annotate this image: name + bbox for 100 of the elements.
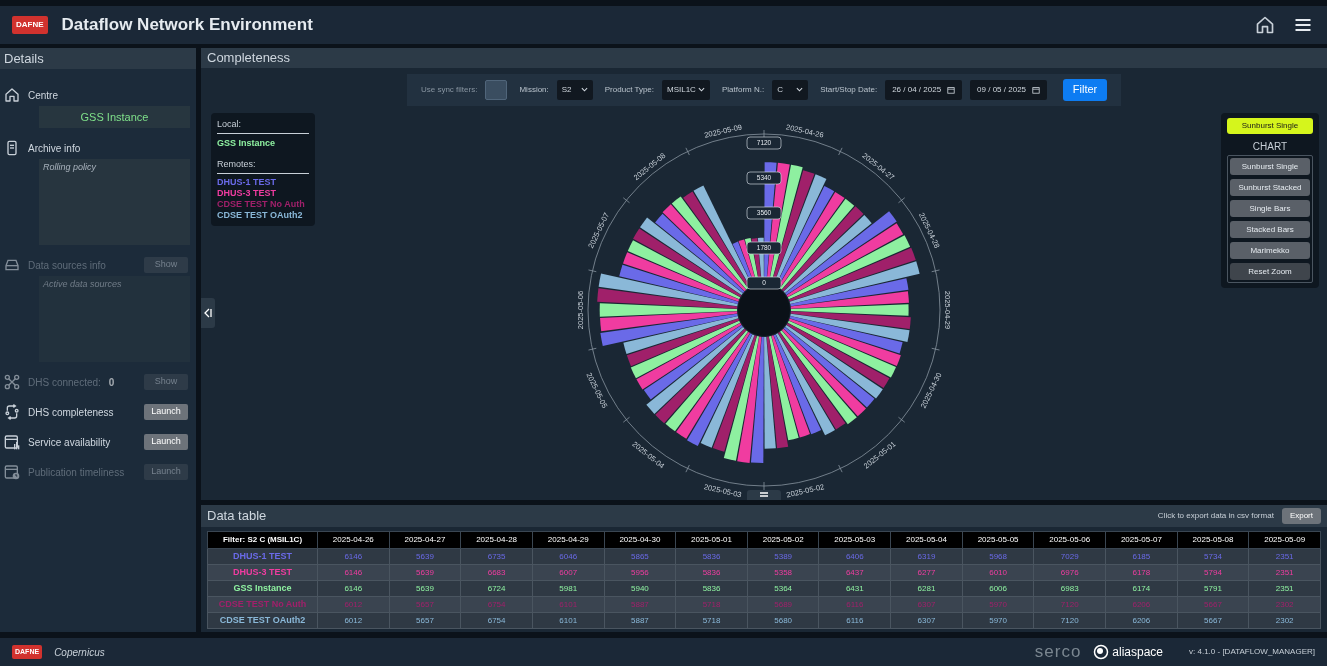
table-cell: 5791 [1177,580,1249,597]
item-label: Service availability [28,435,111,450]
export-button[interactable]: Export [1281,508,1321,524]
table-cell: 2302 [1248,596,1321,613]
table-cell: 5970 [962,612,1034,629]
table-cell: 5667 [1177,612,1249,629]
table-cell: 2302 [1248,612,1321,629]
table-cell: 6101 [532,612,605,629]
action-button[interactable]: Launch [144,434,188,450]
legend-item: CDSE TEST OAuth2 [217,209,304,221]
table-cell: 2351 [1248,580,1321,597]
table-cell: 6116 [819,612,891,629]
column-header: 2025-04-28 [460,531,533,549]
table-cell: 5667 [1177,596,1249,613]
table-cell: 5836 [675,564,748,581]
table-cell: 6976 [1033,564,1106,581]
item-label: Archive info [28,141,81,156]
text-area[interactable]: Rolling policy [39,159,190,245]
table-cell: 6116 [819,596,891,613]
item-label: Data sources info [28,258,106,273]
filter-label: Mission: [519,83,549,96]
chart-type-button[interactable]: Stacked Bars [1230,221,1310,238]
table-cell: 5639 [389,580,461,597]
filter-button[interactable]: Filter [1063,78,1108,101]
table-cell: 5657 [389,596,461,613]
centre-value: GSS Instance [39,106,190,128]
table-cell: 6174 [1105,580,1178,597]
table-cell: 5970 [962,596,1034,613]
date-field[interactable]: 26 / 04 / 2025 [885,79,963,100]
panel-title: Data table [207,507,267,526]
table-cell: 2351 [1248,548,1321,565]
table-cell: 6683 [460,564,533,581]
table-cell: 5718 [675,596,748,613]
table-cell: 6307 [890,612,963,629]
table-cell: 5718 [675,612,748,629]
table-cell: 5836 [675,548,748,565]
legend-item: CDSE TEST No Auth [217,198,306,210]
column-header: 2025-05-02 [747,531,819,549]
table-cell: 6007 [532,564,605,581]
chart-type-button[interactable]: Marimekko [1230,242,1310,259]
dropdown[interactable]: MSIL1C [662,79,710,100]
table-cell: 5639 [389,548,461,565]
column-header: 2025-05-08 [1177,531,1249,549]
table-cell: 6307 [890,596,963,613]
table-cell: 6206 [1105,612,1178,629]
table-cell: 5836 [675,580,748,597]
legend-item: DHUS-3 TEST [217,187,277,199]
logo: aliaspace [1112,644,1164,661]
chart-type-button[interactable]: Single Bars [1230,200,1310,217]
filter-label: Product Type: [604,83,654,96]
table-cell: 5358 [747,564,819,581]
table-cell: 5940 [604,580,676,597]
table-cell: 5865 [604,548,676,565]
current-chart-badge: Sunburst Single [1227,118,1313,134]
table-cell: 7120 [1033,612,1106,629]
app-title: Dataflow Network Environment [61,14,313,37]
panel-title: Details [0,48,196,69]
column-header: 2025-04-30 [604,531,676,549]
menu-heading: CHART [1252,140,1288,154]
table-cell: 6724 [460,580,533,597]
table-cell: 6178 [1105,564,1178,581]
filter-label: Start/Stop Date: [820,83,878,96]
table-cell: 5389 [747,548,819,565]
table-cell: 5887 [604,612,676,629]
column-header: Filter: S2 C (MSIL1C) [207,531,318,549]
table-cell: 6431 [819,580,891,597]
table-cell: 2351 [1248,564,1321,581]
chart-type-button[interactable]: Reset Zoom [1230,263,1310,280]
table-cell: CDSE TEST OAuth2 [207,612,318,629]
legend-item: GSS Instance [217,136,277,150]
filter-label: Use sync filters: [420,83,478,96]
table-cell: 6754 [460,612,533,629]
chart-type-button[interactable]: Sunburst Single [1230,158,1310,175]
table-cell: GSS Instance [207,580,318,597]
column-header: 2025-04-26 [317,531,390,549]
item-label: DHS connected: [28,375,101,390]
column-header: 2025-05-01 [675,531,748,549]
dropdown[interactable]: C [772,79,809,100]
table-cell: CDSE TEST No Auth [207,596,318,613]
table-cell: 6146 [317,580,390,597]
table-cell: 5364 [747,580,819,597]
column-header: 2025-05-07 [1105,531,1178,549]
dropdown[interactable]: S2 [556,79,593,100]
date-field[interactable]: 09 / 05 / 2025 [970,79,1048,100]
table-cell: 6012 [317,612,390,629]
table-cell: 5657 [389,612,461,629]
logo: DAFNE [12,16,48,34]
table-cell: 6012 [317,596,390,613]
count-value: 0 [108,375,115,390]
chart-type-button[interactable]: Sunburst Stacked [1230,179,1310,196]
version-label: v: 4.1.0 - [DATAFLOW_MANAGER] [1189,646,1315,658]
action-button[interactable]: Launch [144,404,188,420]
table-cell: DHUS-3 TEST [207,564,318,581]
table-cell: 7120 [1033,596,1106,613]
table-cell: 6735 [460,548,533,565]
table-cell: 6754 [460,596,533,613]
column-header: 2025-04-27 [389,531,461,549]
table-cell: 6281 [890,580,963,597]
filter-label: Platform N.: [722,83,765,96]
table-cell: DHUS-1 TEST [207,548,318,565]
